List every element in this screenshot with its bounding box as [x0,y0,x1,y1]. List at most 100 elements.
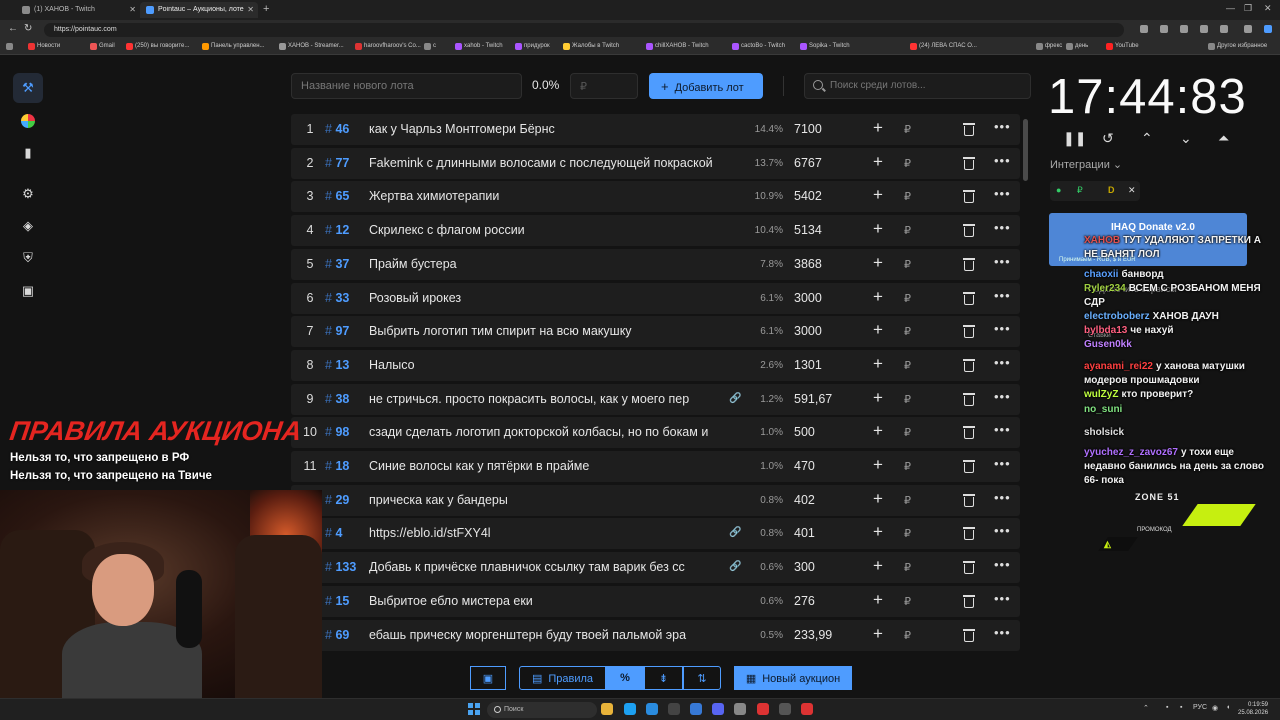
minimize-icon[interactable]: — [1226,3,1235,13]
more-options-icon[interactable]: ••• [994,557,1011,572]
chat-username[interactable]: ХАНОВ [1084,235,1120,246]
bookmark-item[interactable]: придурок [515,43,550,50]
lot-id[interactable]: 65 [325,189,349,203]
bookmark-item[interactable]: YouTube [1106,43,1139,50]
more-options-icon[interactable]: ••• [994,321,1011,336]
bookmark-item[interactable]: (250) вы говорите... [126,43,189,50]
close-window-icon[interactable]: ✕ [1264,3,1272,14]
lot-id[interactable]: 15 [325,594,349,608]
lot-row[interactable]: 4 12 Скрилекс с флагом россии 10.4% 5134 + ₽ ••… [291,215,1020,247]
chat-username[interactable]: bylbda13 [1084,325,1127,336]
lot-row[interactable]: 133 Добавь к причёске плавничок ссылку та… [291,552,1020,584]
bookmark-item[interactable]: Новости [28,43,60,50]
bookmark-other-folder[interactable]: Другое избранное [1208,43,1267,50]
lot-name[interactable]: Выбритое ебло мистера еки [369,594,712,608]
reload-icon[interactable]: ↻ [24,23,32,34]
lot-id[interactable]: 18 [325,459,349,473]
lot-name[interactable]: не стричься. просто покрасить волосы, ка… [369,392,712,406]
discord-icon[interactable] [712,703,724,715]
lot-amount-input[interactable]: ₽ [570,73,638,99]
bookmark-item[interactable]: cactoBo - Twitch [732,43,785,50]
more-options-icon[interactable]: ••• [994,490,1011,505]
bookmark-item[interactable]: chillXAHOB - Twitch [646,43,709,50]
lot-id[interactable]: 97 [325,324,349,338]
close-tab-icon[interactable]: ✕ [129,5,136,14]
lot-id[interactable]: 46 [325,122,349,136]
delete-lot-icon[interactable] [963,291,975,305]
add-amount-icon[interactable]: + [873,118,883,138]
add-amount-icon[interactable]: + [873,253,883,273]
percent-toggle-button[interactable]: % [606,666,644,690]
lot-name[interactable]: Розовый ирокез [369,291,712,305]
lot-name[interactable]: сзади сделать логотип докторской колбасы… [369,425,712,439]
bookmark-item[interactable]: XAHOB - Streamer... [279,43,344,50]
maximize-icon[interactable]: ❐ [1244,3,1252,14]
close-tab-icon[interactable]: ✕ [247,5,254,14]
delete-lot-icon[interactable] [963,460,975,473]
profile-icon[interactable] [1220,25,1228,33]
lot-id[interactable]: 38 [325,392,349,406]
add-amount-icon[interactable]: + [873,354,883,374]
lot-name[interactable]: Выбрить логотип тим спирит на всю макушк… [369,324,712,338]
double-up-icon[interactable]: ⏶ [1218,130,1229,147]
lot-currency-input[interactable]: ₽ [904,460,911,473]
bookmark-item[interactable]: xahob - Twitch [455,43,503,50]
lot-name[interactable]: Добавь к причёске плавничок ссылку там в… [369,560,712,574]
browser-tab-twitch[interactable]: (1) XAHOB - Twitch ✕ [0,2,140,18]
bookmark-item[interactable]: день [1066,43,1088,50]
chat-username[interactable]: yyuchez_z_zavoz67 [1084,447,1178,458]
add-amount-icon[interactable]: + [873,287,883,307]
lot-currency-input[interactable]: ₽ [904,494,911,507]
rub-integration-icon[interactable]: ₽ [1077,185,1083,196]
chat-username[interactable]: ayanami_rei22 [1084,361,1153,372]
app-icon[interactable] [779,703,791,715]
more-options-icon[interactable]: ••• [994,220,1011,235]
new-tab-icon[interactable]: + [263,3,269,15]
more-options-icon[interactable]: ••• [994,186,1011,201]
lot-currency-input[interactable]: ₽ [904,629,911,642]
lot-id[interactable]: 69 [325,628,349,642]
tray-app-icon[interactable]: ▪ [1180,704,1182,711]
split-button[interactable]: ⇟ [644,666,683,690]
explorer-icon[interactable] [601,703,613,715]
more-options-icon[interactable]: ••• [994,288,1011,303]
more-options-icon[interactable]: ••• [994,153,1011,168]
lot-name[interactable]: Налысо [369,358,712,372]
add-amount-icon[interactable]: + [873,522,883,542]
more-options-icon[interactable]: ••• [994,254,1011,269]
lot-row[interactable]: 1 46 как у Чарльз Монтгомери Бёрнс 14.4% 710… [291,114,1020,145]
windows-start-icon[interactable] [468,703,480,715]
lot-name[interactable]: как у Чарльз Монтгомери Бёрнс [369,122,712,136]
tray-chevron-icon[interactable]: ⌃ [1143,704,1149,712]
sidebar-item-settings[interactable]: ⚙ [13,179,43,209]
telegram-icon[interactable] [624,703,636,715]
delete-lot-icon[interactable] [963,527,975,541]
vscode-icon[interactable] [690,703,702,715]
delete-lot-icon[interactable] [963,561,975,575]
lot-id[interactable]: 29 [325,493,349,507]
lot-name[interactable]: прическа как у бандеры [369,493,712,507]
extension-icon[interactable] [1160,25,1168,33]
collections-icon[interactable] [1200,25,1208,33]
new-auction-button[interactable]: ▦ Новый аукцион [734,666,852,690]
more-options-icon[interactable]: ••• [994,355,1011,370]
more-options-icon[interactable]: ••• [994,523,1011,538]
bookmark-item[interactable]: Gmail [90,43,115,50]
lot-row[interactable]: 2 77 Fakemink с длинными волосами с послед… [291,147,1020,179]
add-amount-icon[interactable]: + [873,185,883,205]
delete-lot-icon[interactable] [963,628,975,642]
lot-id[interactable]: 98 [325,425,349,439]
delete-lot-icon[interactable] [963,257,975,271]
sidebar-item-moderation[interactable]: ⛨ [13,243,43,273]
more-options-icon[interactable]: ••• [994,389,1011,404]
copilot-icon[interactable] [1264,25,1272,33]
lot-row[interactable]: 9 38 не стричься. просто покрасить волосы,… [291,383,1020,415]
language-indicator[interactable]: РУС [1193,704,1207,711]
lot-row[interactable]: 10 98 сзади сделать логотип докторской кол… [291,417,1020,449]
lots-scrollbar[interactable] [1023,119,1028,181]
add-amount-icon[interactable]: + [873,320,883,340]
save-button[interactable]: ▣ [470,666,506,690]
search-input[interactable]: Поиск среди лотов... [804,73,1031,99]
system-clock[interactable]: 0:19:59 25.08.2026 [1238,701,1268,717]
lot-currency-input[interactable]: ₽ [904,595,911,608]
